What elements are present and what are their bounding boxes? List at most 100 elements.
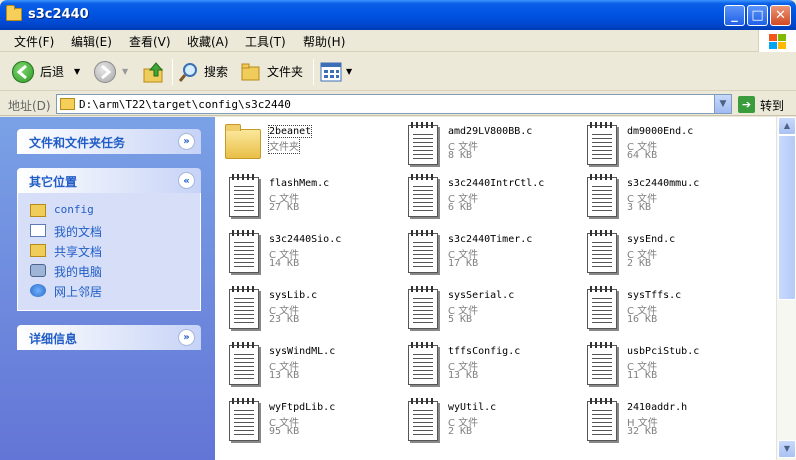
file-item[interactable]: dm9000End.c C 文件 64 KB xyxy=(583,122,753,175)
source-file-icon xyxy=(587,342,617,385)
file-name: tffsConfig.c xyxy=(448,346,521,357)
file-item[interactable]: wyFtpdLib.c C 文件 95 KB xyxy=(225,398,395,451)
file-name: s3c2440Sio.c xyxy=(269,234,342,245)
file-name: 2410addr.h xyxy=(627,402,688,413)
file-item[interactable]: usbPciStub.c C 文件 11 KB xyxy=(583,342,753,395)
details-title: 详细信息 xyxy=(29,332,78,346)
menu-favorites[interactable]: 收藏(A) xyxy=(187,33,229,50)
file-size: 2 KB xyxy=(627,258,652,269)
go-button[interactable]: 转到 xyxy=(760,97,784,114)
source-file-icon xyxy=(587,286,617,329)
title-bar[interactable]: s3c2440 _ □ ✕ xyxy=(0,0,796,30)
file-item[interactable]: 2beanet 文件夹 xyxy=(225,124,395,175)
file-item[interactable]: wyUtil.c C 文件 2 KB xyxy=(404,398,574,451)
views-button[interactable]: ▼ xyxy=(320,59,356,85)
back-dropdown-icon[interactable]: ▼ xyxy=(74,59,80,85)
file-item[interactable]: sysWindML.c C 文件 13 KB xyxy=(225,342,395,395)
folders-button[interactable]: 文件夹 xyxy=(240,59,306,85)
minimize-button[interactable]: _ xyxy=(724,5,745,26)
views-dropdown-icon[interactable]: ▼ xyxy=(346,59,352,85)
chevron-up-icon[interactable]: » xyxy=(178,172,195,189)
computer-icon xyxy=(30,264,46,277)
folders-icon xyxy=(241,63,260,81)
menu-file[interactable]: 文件(F) xyxy=(14,33,54,50)
file-name: sysWindML.c xyxy=(269,346,336,357)
file-name: dm9000End.c xyxy=(627,126,694,137)
source-file-icon xyxy=(229,174,259,217)
file-item[interactable]: flashMem.c C 文件 27 KB xyxy=(225,174,395,227)
file-size: 23 KB xyxy=(269,314,300,325)
file-item[interactable]: sysLib.c C 文件 23 KB xyxy=(225,286,395,339)
file-name: usbPciStub.c xyxy=(627,346,700,357)
file-item[interactable]: s3c2440mmu.c C 文件 3 KB xyxy=(583,174,753,227)
source-file-icon xyxy=(587,174,617,217)
close-button[interactable]: ✕ xyxy=(770,5,791,26)
menu-edit[interactable]: 编辑(E) xyxy=(71,33,112,50)
forward-dropdown-icon[interactable]: ▼ xyxy=(122,59,128,85)
file-item[interactable]: s3c2440Sio.c C 文件 14 KB xyxy=(225,230,395,283)
search-label: 搜索 xyxy=(204,65,229,79)
file-size: 14 KB xyxy=(269,258,300,269)
menu-help[interactable]: 帮助(H) xyxy=(303,33,345,50)
address-input[interactable]: D:\arm\T22\target\config\s3c2440 ▼ xyxy=(56,94,732,114)
forward-button[interactable]: ▼ xyxy=(92,59,132,85)
chevron-down-icon[interactable]: » xyxy=(178,133,195,150)
file-type: 文件夹 xyxy=(268,137,300,154)
file-item[interactable]: sysEnd.c C 文件 2 KB xyxy=(583,230,753,283)
source-file-icon xyxy=(408,230,438,273)
views-icon xyxy=(320,62,342,82)
file-item[interactable]: 2410addr.h H 文件 32 KB xyxy=(583,398,753,451)
forward-arrow-icon xyxy=(94,61,116,83)
source-file-icon xyxy=(587,230,617,273)
search-button[interactable]: 搜索 xyxy=(178,59,234,85)
details-panel-header[interactable]: 详细信息 » xyxy=(17,325,201,350)
documents-icon xyxy=(30,224,46,237)
source-file-icon xyxy=(408,398,438,441)
scroll-up-icon[interactable]: ▲ xyxy=(778,117,796,135)
source-file-icon xyxy=(408,174,438,217)
file-item[interactable]: tffsConfig.c C 文件 13 KB xyxy=(404,342,574,395)
chevron-down-icon[interactable]: » xyxy=(178,329,195,346)
file-item[interactable]: sysSerial.c C 文件 5 KB xyxy=(404,286,574,339)
file-item[interactable]: s3c2440Timer.c C 文件 17 KB xyxy=(404,230,574,283)
other-places-panel-header[interactable]: 其它位置 » xyxy=(17,168,201,193)
file-item[interactable]: sysTffs.c C 文件 16 KB xyxy=(583,286,753,339)
toolbar-separator xyxy=(172,59,173,85)
file-name: sysEnd.c xyxy=(627,234,676,245)
source-file-icon xyxy=(229,398,259,441)
file-list: 2beanet 文件夹 amd29LV800BB.c C 文件 8 KB dm9000En… xyxy=(215,117,776,460)
go-arrow-icon[interactable]: ➔ xyxy=(738,96,755,113)
address-dropdown-icon[interactable]: ▼ xyxy=(714,95,731,113)
back-button[interactable]: 后退 ▼ xyxy=(10,59,84,85)
scroll-down-icon[interactable]: ▼ xyxy=(778,440,796,458)
windows-logo-icon xyxy=(758,30,796,52)
file-name: sysTffs.c xyxy=(627,290,682,301)
network-globe-icon xyxy=(30,284,46,297)
file-size: 13 KB xyxy=(448,370,479,381)
menu-view[interactable]: 查看(V) xyxy=(129,33,171,50)
file-size: 17 KB xyxy=(448,258,479,269)
up-folder-button[interactable] xyxy=(142,59,168,85)
file-name: s3c2440Timer.c xyxy=(448,234,533,245)
address-label: 地址(D) xyxy=(8,99,51,113)
file-size: 5 KB xyxy=(448,314,473,325)
file-tasks-panel-header[interactable]: 文件和文件夹任务 » xyxy=(17,129,201,154)
file-item[interactable]: amd29LV800BB.c C 文件 8 KB xyxy=(404,122,574,175)
source-file-icon xyxy=(408,286,438,329)
file-item[interactable]: s3c2440IntrCtl.c C 文件 6 KB xyxy=(404,174,574,227)
file-size: 13 KB xyxy=(269,370,300,381)
address-bar: 地址(D) D:\arm\T22\target\config\s3c2440 ▼… xyxy=(0,92,796,116)
menu-tools[interactable]: 工具(T) xyxy=(245,33,286,50)
address-value: D:\arm\T22\target\config\s3c2440 xyxy=(79,98,291,111)
file-size: 27 KB xyxy=(269,202,300,213)
task-pane: 文件和文件夹任务 » 其它位置 » config 我的文档 共享文档 我的电脑 xyxy=(0,117,215,460)
file-name: s3c2440IntrCtl.c xyxy=(448,178,545,189)
shared-folder-icon xyxy=(30,244,46,257)
vertical-scrollbar[interactable]: ▲ ▼ xyxy=(776,117,796,460)
back-arrow-icon xyxy=(12,61,34,83)
file-size: 32 KB xyxy=(627,426,658,437)
maximize-button[interactable]: □ xyxy=(747,5,768,26)
file-name: sysSerial.c xyxy=(448,290,515,301)
scrollbar-thumb[interactable] xyxy=(778,135,796,300)
file-size: 95 KB xyxy=(269,426,300,437)
